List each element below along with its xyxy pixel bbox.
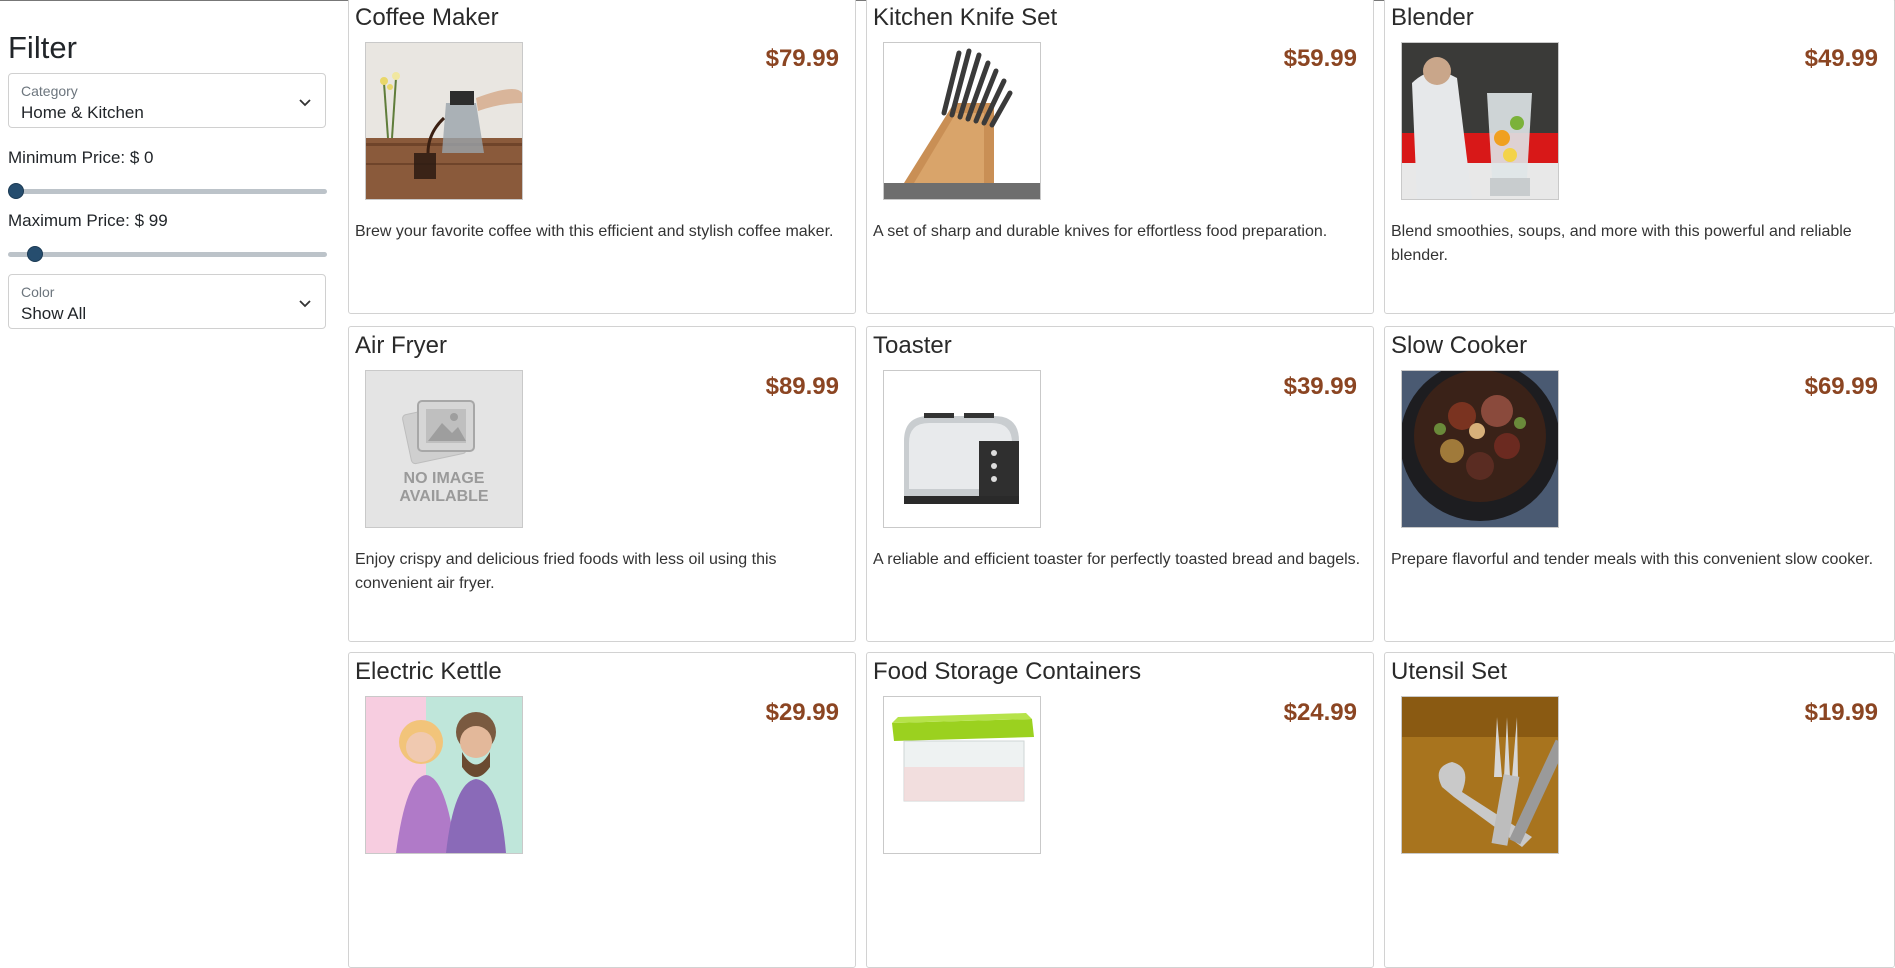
product-image: [883, 42, 1041, 200]
product-title: Blender: [1391, 4, 1474, 31]
product-price: $89.99: [765, 373, 839, 400]
min-price-track: [8, 189, 327, 194]
product-image: [1401, 696, 1559, 854]
product-description: Prepare flavorful and tender meals with …: [1391, 551, 1874, 568]
product-description: Blend smoothies, soups, and more with th…: [1391, 223, 1852, 264]
min-price-slider[interactable]: [8, 180, 327, 202]
max-price-label: Maximum Price: $ 99: [8, 211, 168, 230]
max-price-thumb[interactable]: [27, 246, 43, 262]
product-price: $19.99: [1804, 699, 1878, 726]
max-price-track: [8, 252, 327, 257]
product-image: [883, 370, 1041, 528]
product-card[interactable]: Air Fryer NO IMAGE AVAILABLE $89.99 Enjo…: [348, 326, 856, 642]
category-select-value: Home & Kitchen: [21, 103, 144, 122]
max-price-slider[interactable]: [8, 243, 327, 265]
min-price-label: Minimum Price: $ 0: [8, 148, 154, 167]
product-description: A reliable and efficient toaster for per…: [873, 551, 1361, 568]
product-title: Toaster: [873, 332, 952, 359]
product-price: $69.99: [1804, 373, 1878, 400]
product-title: Utensil Set: [1391, 658, 1508, 685]
product-description: A set of sharp and durable knives for ef…: [873, 223, 1328, 240]
product-card[interactable]: Toaster $39.99 A reliable and efficient …: [866, 326, 1374, 642]
product-price: $49.99: [1804, 45, 1878, 72]
product-image: NO IMAGE AVAILABLE: [365, 370, 523, 528]
product-card[interactable]: Coffee Maker $79.99 Brew your favorite c…: [348, 0, 856, 314]
product-price: $29.99: [765, 699, 839, 726]
color-select[interactable]: Color Show All: [8, 274, 326, 329]
product-card[interactable]: Blender $49.99 Blend smoothies, soups, a…: [1384, 0, 1895, 314]
min-price-thumb[interactable]: [8, 183, 24, 199]
product-image: [883, 696, 1041, 854]
product-description: Brew your favorite coffee with this effi…: [355, 223, 834, 240]
chevron-down-icon: [299, 99, 311, 107]
product-title: Slow Cooker: [1391, 332, 1528, 359]
product-price: $24.99: [1283, 699, 1357, 726]
product-price: $59.99: [1283, 45, 1357, 72]
color-select-value: Show All: [21, 304, 87, 323]
product-title: Electric Kettle: [355, 658, 502, 685]
product-title: Kitchen Knife Set: [873, 4, 1058, 31]
svg-text:AVAILABLE: AVAILABLE: [399, 488, 489, 505]
product-description: Enjoy crispy and delicious fried foods w…: [355, 551, 777, 592]
svg-text:NO IMAGE: NO IMAGE: [404, 470, 485, 487]
product-title: Coffee Maker: [355, 4, 499, 31]
filter-sidebar: Filter Category Home & Kitchen Minimum P…: [0, 0, 340, 776]
filter-title: Filter: [8, 30, 77, 65]
product-price: $79.99: [765, 45, 839, 72]
chevron-down-icon: [299, 300, 311, 308]
product-title: Food Storage Containers: [873, 658, 1142, 685]
product-title: Air Fryer: [355, 332, 447, 359]
product-image: [1401, 42, 1559, 200]
product-card[interactable]: Utensil Set $19.99: [1384, 652, 1895, 968]
product-card[interactable]: Electric Kettle $29.99: [348, 652, 856, 968]
product-card[interactable]: Food Storage Containers $24.99: [866, 652, 1374, 968]
product-price: $39.99: [1283, 373, 1357, 400]
product-card[interactable]: Kitchen Knife Set $59.99 A set of sharp …: [866, 0, 1374, 314]
category-select-label: Category: [21, 83, 78, 99]
product-image: [1401, 370, 1559, 528]
product-image: [365, 42, 523, 200]
product-card[interactable]: Slow Cooker $69.99 Prepare flavorful and…: [1384, 326, 1895, 642]
product-image: [365, 696, 523, 854]
color-select-label: Color: [21, 284, 55, 300]
category-select[interactable]: Category Home & Kitchen: [8, 73, 326, 128]
